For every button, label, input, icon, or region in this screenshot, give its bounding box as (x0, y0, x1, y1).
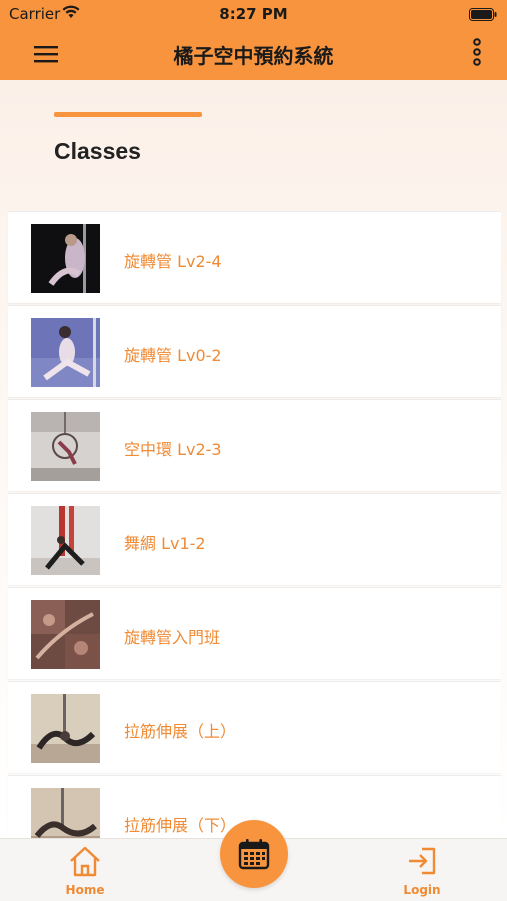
class-thumbnail (31, 224, 100, 293)
class-name: 旋轉管入門班 (124, 628, 221, 647)
home-icon (70, 846, 100, 877)
class-name: 拉筋伸展（下） (124, 816, 237, 835)
class-name: 舞綢 Lv1-2 (124, 534, 206, 553)
class-thumbnail (31, 788, 100, 838)
class-thumbnail (31, 412, 100, 481)
login-icon (409, 847, 436, 875)
battery-icon (469, 7, 497, 25)
class-item[interactable]: 拉筋伸展（上） (8, 681, 501, 773)
class-name: 拉筋伸展（上） (124, 722, 237, 741)
class-item[interactable]: 旋轉管入門班 (8, 587, 501, 679)
tab-home-label: Home (65, 883, 105, 897)
app-title: 橘子空中預約系統 (173, 44, 334, 68)
more-options-icon[interactable] (469, 36, 485, 70)
class-item[interactable]: 旋轉管 Lv0-2 (8, 305, 501, 397)
calendar-icon (238, 839, 270, 870)
section-accent-line (54, 112, 202, 117)
calendar-booking-button[interactable] (220, 820, 288, 888)
top-bar: Carrier 8:27 PM 橘子空中預約系統 (0, 0, 507, 80)
class-item[interactable]: 旋轉管 Lv2-4 (8, 211, 501, 303)
classes-page: Classes 旋轉管 Lv2-4 旋轉管 Lv0-2 空中環 Lv2-3 舞綢… (0, 80, 507, 838)
class-thumbnail (31, 600, 100, 669)
status-bar: Carrier 8:27 PM (0, 0, 507, 28)
nav-bar: 橘子空中預約系統 (0, 28, 507, 80)
tab-login-label: Login (403, 883, 441, 897)
tab-home[interactable]: Home (40, 839, 130, 901)
class-thumbnail (31, 318, 100, 387)
class-name: 旋轉管 Lv0-2 (124, 346, 222, 365)
tab-login[interactable]: Login (377, 839, 467, 901)
section-title: Classes (54, 138, 141, 164)
class-name: 空中環 Lv2-3 (124, 440, 222, 459)
class-item[interactable]: 舞綢 Lv1-2 (8, 493, 501, 585)
class-name: 旋轉管 Lv2-4 (124, 252, 222, 271)
class-list[interactable]: 旋轉管 Lv2-4 旋轉管 Lv0-2 空中環 Lv2-3 舞綢 Lv1-2 旋… (8, 211, 501, 838)
clock: 8:27 PM (219, 5, 288, 23)
class-item[interactable]: 空中環 Lv2-3 (8, 399, 501, 491)
class-thumbnail (31, 506, 100, 575)
class-thumbnail (31, 694, 100, 763)
